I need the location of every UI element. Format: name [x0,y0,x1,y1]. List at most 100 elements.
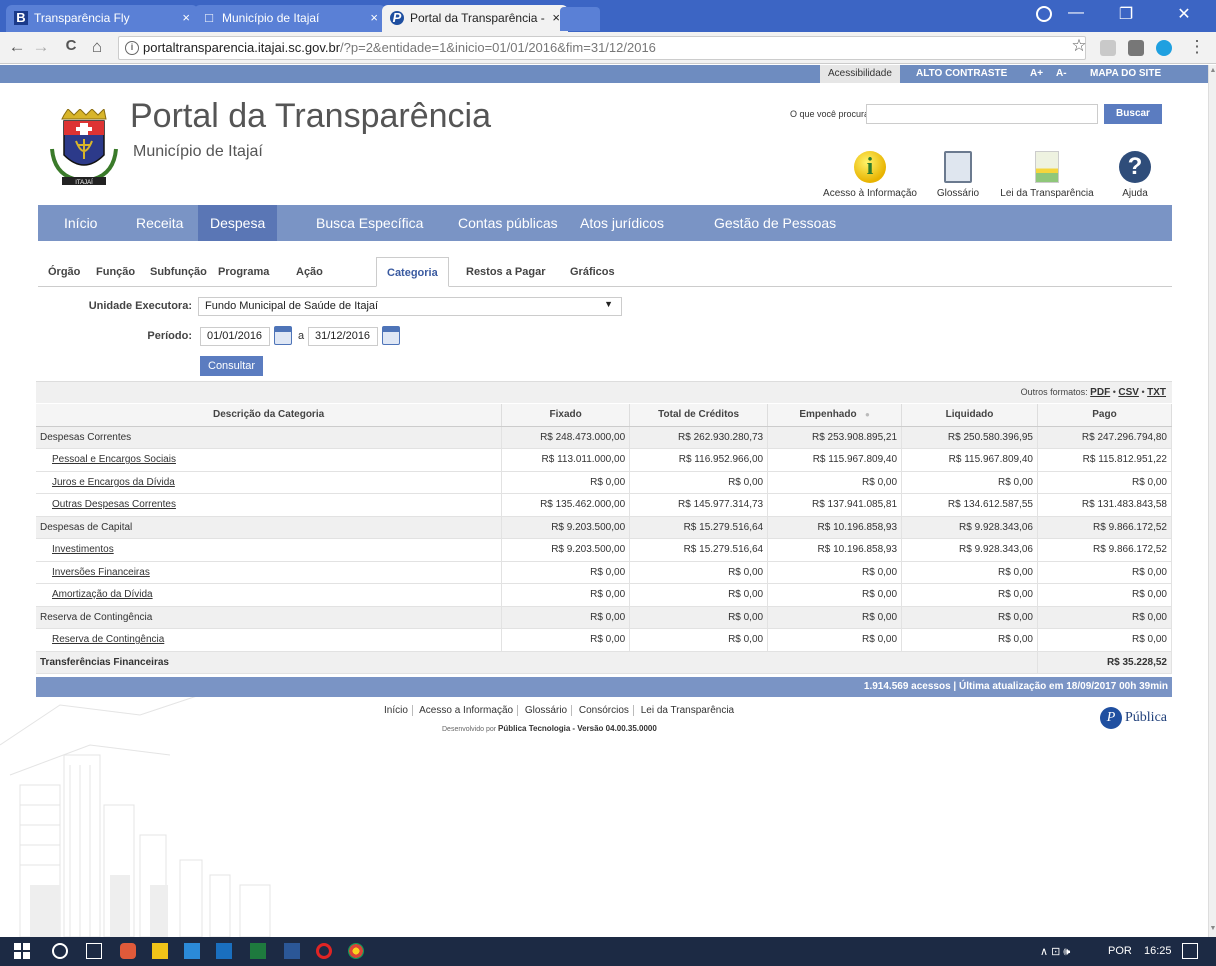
calendar-icon[interactable] [382,326,400,345]
footer-link-consorcios[interactable]: Consórcios [579,705,629,716]
extension-icon[interactable] [1128,40,1144,56]
sort-indicator-icon[interactable]: ● [865,410,870,419]
tab-subfuncao[interactable]: Subfunção [150,257,207,287]
info-icon[interactable]: i [125,41,139,55]
dev-company[interactable]: Pública Tecnologia [498,724,570,733]
windows-start-icon[interactable] [14,943,30,959]
tab-programa[interactable]: Programa [218,257,269,287]
paint-app-icon[interactable] [120,943,136,959]
nav-busca-especifica[interactable]: Busca Específica [304,205,435,241]
txt-link[interactable]: TXT [1147,387,1166,398]
opera-icon[interactable] [316,943,332,959]
consultar-button[interactable]: Consultar [200,356,264,376]
col-header-descricao[interactable]: Descrição da Categoria [36,404,503,427]
col-header-total-creditos[interactable]: Total de Créditos [629,404,769,427]
subcategory-link[interactable]: Amortização da Dívida [52,589,153,600]
nav-despesa[interactable]: Despesa [198,205,278,241]
row-description[interactable]: Juros e Encargos da Dívida [36,471,503,494]
search-icon[interactable] [52,943,68,959]
clock[interactable]: 16:25 [1144,945,1172,957]
back-button[interactable]: ← [6,37,28,57]
home-button[interactable]: ⌂ [86,37,108,57]
footer-link-inicio[interactable]: Início [384,705,408,716]
subcategory-link[interactable]: Pessoal e Encargos Sociais [52,454,176,465]
notifications-icon[interactable] [1182,943,1198,959]
accessibility-link[interactable]: Acessibilidade [820,65,900,83]
reload-button[interactable]: C [60,37,82,54]
subcategory-link[interactable]: Reserva de Contingência [52,634,164,645]
row-description[interactable]: Inversões Financeiras [36,561,503,584]
subcategory-link[interactable]: Outras Despesas Correntes [52,499,176,510]
page-scrollbar[interactable]: ▲ ▼ [1208,65,1216,937]
excel-icon[interactable] [250,943,266,959]
subcategory-link[interactable]: Juros e Encargos da Dívida [52,477,175,488]
quick-link-glossary[interactable]: Glossário [930,151,986,199]
publica-logo[interactable]: P Pública [1100,707,1167,729]
profile-icon[interactable] [1036,6,1052,22]
footer-link-lei-transparencia[interactable]: Lei da Transparência [641,705,734,716]
subcategory-link[interactable]: Investimentos [52,544,114,555]
tab-funcao[interactable]: Função [96,257,135,287]
file-explorer-icon[interactable] [184,943,200,959]
calendar-icon[interactable] [274,326,292,345]
new-tab-button[interactable] [560,7,600,31]
csv-link[interactable]: CSV [1118,387,1139,398]
font-decrease-link[interactable]: A- [1056,68,1067,79]
chrome-icon[interactable] [348,943,364,959]
skype-extension-icon[interactable] [1156,40,1172,56]
date-to-input[interactable]: 31/12/2016 [308,327,378,346]
nav-contas-publicas[interactable]: Contas públicas [446,205,570,241]
pdf-link[interactable]: PDF [1090,387,1110,398]
language-indicator[interactable]: POR [1108,945,1132,957]
nav-atos-juridicos[interactable]: Atos jurídicos [568,205,676,241]
tab-restos-a-pagar[interactable]: Restos a Pagar [466,257,545,287]
extension-icon[interactable] [1100,40,1116,56]
nav-gestao-pessoas[interactable]: Gestão de Pessoas [702,205,848,241]
system-tray-icons[interactable]: ∧ ⊡ 🕪 [1040,945,1070,959]
word-icon[interactable] [284,943,300,959]
row-description[interactable]: Reserva de Contingência [36,628,503,652]
minimize-button[interactable]: — [1056,4,1096,22]
quick-link-transparency-law[interactable]: Lei da Transparência [994,151,1100,199]
row-description[interactable]: Pessoal e Encargos Sociais [36,448,503,472]
sitemap-link[interactable]: MAPA DO SITE [1090,68,1161,79]
row-description[interactable]: Outras Despesas Correntes [36,493,503,517]
footer-link-glossario[interactable]: Glossário [525,705,567,716]
quick-link-access-info[interactable]: i Acesso à Informação [818,151,922,199]
date-from-input[interactable]: 01/01/2016 [200,327,270,346]
itajai-coat-of-arms-logo[interactable]: ITAJAÍ [48,109,120,193]
row-description[interactable]: Amortização da Dívida [36,583,503,607]
high-contrast-link[interactable]: ALTO CONTRASTE [916,68,1007,79]
footer-link-acesso-informacao[interactable]: Acesso a Informação [419,705,513,716]
sticky-notes-icon[interactable] [152,943,168,959]
scroll-down-arrow-icon[interactable]: ▼ [1209,925,1216,932]
browser-tab-portal[interactable]: P Portal da Transparência - × [382,5,568,32]
url-field[interactable]: i portaltransparencia.itajai.sc.gov.br/?… [118,36,1086,60]
font-increase-link[interactable]: A+ [1030,68,1043,79]
bookmark-star-icon[interactable]: ☆ [1068,36,1090,56]
forward-button[interactable]: → [30,37,52,57]
unit-select[interactable]: Fundo Municipal de Saúde de Itajaí ▼ [198,297,622,316]
tab-acao[interactable]: Ação [296,257,323,287]
browser-menu-icon[interactable]: ⋮ [1186,37,1208,57]
scroll-up-arrow-icon[interactable]: ▲ [1209,67,1216,74]
tab-categoria[interactable]: Categoria [376,257,449,287]
outlook-icon[interactable] [216,943,232,959]
tab-close-icon[interactable]: × [182,10,190,25]
nav-inicio[interactable]: Início [52,205,109,241]
tab-orgao[interactable]: Órgão [48,257,80,287]
col-header-pago[interactable]: Pago [1037,404,1172,427]
quick-link-help[interactable]: ? Ajuda [1110,151,1160,199]
col-header-empenhado[interactable]: Empenhado ● [767,404,903,427]
browser-tab-municipio[interactable]: □ Município de Itajaí × [194,5,386,32]
browser-tab-transparencia-fly[interactable]: B Transparência Fly × [6,5,198,32]
nav-receita[interactable]: Receita [124,205,195,241]
row-description[interactable]: Investimentos [36,538,503,562]
col-header-fixado[interactable]: Fixado [501,404,631,427]
subcategory-link[interactable]: Inversões Financeiras [52,567,150,578]
col-header-liquidado[interactable]: Liquidado [901,404,1038,427]
restore-button[interactable]: ❐ [1106,4,1146,24]
tab-graficos[interactable]: Gráficos [570,257,615,287]
close-window-button[interactable]: ✕ [1164,4,1204,24]
tab-close-icon[interactable]: × [370,10,378,25]
